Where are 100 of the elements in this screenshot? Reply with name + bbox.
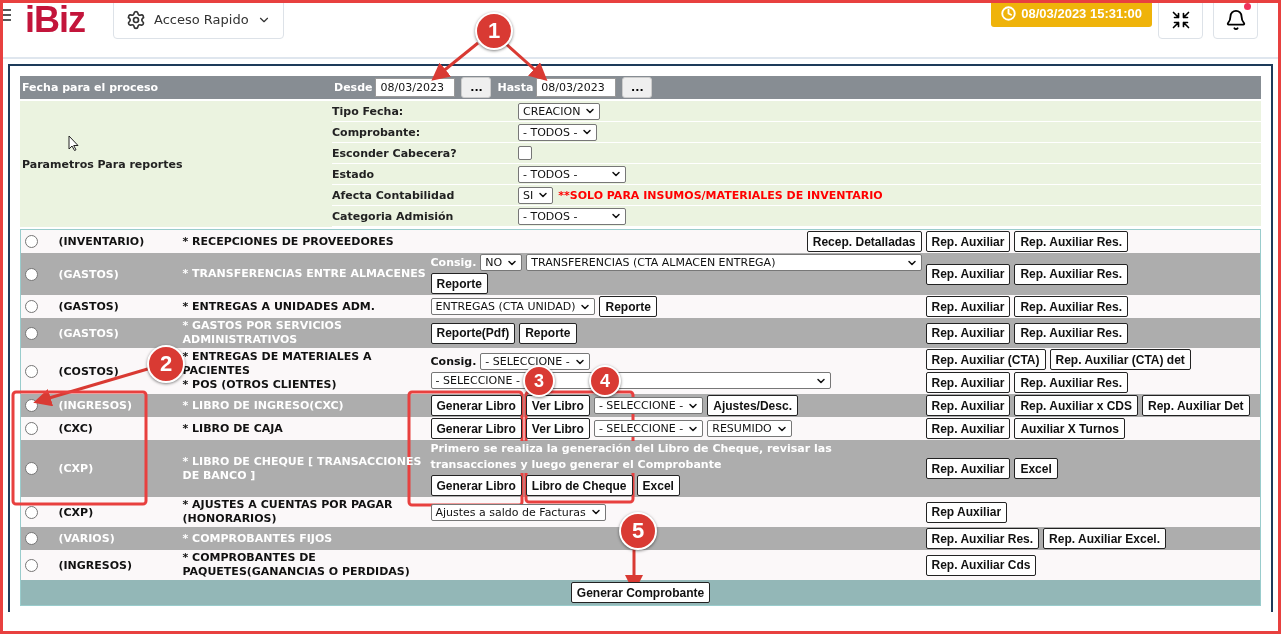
radio-button[interactable] [25,326,38,340]
report-button[interactable]: Rep. Auxiliar Res. [1014,263,1128,285]
report-button[interactable]: Rep. Auxiliar [925,322,1011,344]
report-button[interactable]: Reporte [599,296,657,317]
report-category: (CXP) [58,505,94,519]
select-field[interactable]: - TODOS - [518,165,626,183]
generate-button[interactable]: Generar Comprobante [570,582,711,603]
select-field[interactable]: TRANSFERENCIAS (CTA ALMACEN ENTREGA) [526,254,922,271]
select-field[interactable]: CREACION [518,102,601,120]
select-field[interactable]: - TODOS - [518,123,598,141]
annotation-arrow [431,41,479,81]
report-button[interactable]: Rep. Auxiliar [925,296,1011,317]
field-label: Consig. [430,355,477,368]
report-category: (INGRESOS) [58,558,133,572]
report-button[interactable]: Auxiliar X Turnos [1014,418,1125,439]
select-field[interactable]: - SELECCIONE - [593,420,704,437]
report-category: (GASTOS) [58,300,119,313]
step-marker: 1 [475,12,513,50]
report-button[interactable]: Reporte(Pdf) [430,322,516,344]
report-name: * POS (OTROS CLIENTES) [182,378,338,392]
report-button[interactable]: Rep. Auxiliar (CTA) det [1049,349,1191,370]
select-field[interactable]: NO [480,254,523,271]
radio-button[interactable] [25,300,38,314]
report-button[interactable]: Rep. Auxiliar [925,263,1011,285]
report-button[interactable]: Rep Auxiliar [925,501,1008,523]
field-label: Esconder Cabecera? [332,146,458,160]
report-button[interactable]: Ajustes/Desc. [707,395,798,416]
date-field[interactable]: 08/03/2023 [375,78,456,97]
report-name: * COMPROBANTES FIJOS [182,531,334,546]
radio-button[interactable] [25,364,38,378]
report-button[interactable]: Generar Libro [430,418,522,439]
cursor-icon [68,135,79,151]
select-field[interactable]: RESUMIDO [707,420,792,437]
compress-button[interactable] [1158,3,1203,39]
section-title: Fecha para el proceso [21,81,160,94]
report-category: (CXP) [58,462,94,475]
select-field[interactable]: - SELECCIONE - [593,397,704,414]
report-category: (INGRESOS) [58,399,133,412]
clock-badge: 08/03/2023 15:31:00 [991,3,1152,27]
report-category: (GASTOS) [58,326,119,340]
report-button[interactable]: Ver Libro [525,395,590,416]
menu-icon[interactable] [3,9,11,21]
report-name: * ENTREGAS DE MATERIALES A PACIENTES [182,350,373,378]
report-button[interactable]: Rep. Auxiliar [925,458,1011,479]
app-logo[interactable]: iBiz [25,3,85,40]
radio-button[interactable] [25,422,38,436]
report-button[interactable]: Rep. Auxiliar (CTA) [925,349,1046,370]
report-button[interactable]: Recep. Detalladas [806,231,922,252]
radio-button[interactable] [25,462,38,476]
report-category: (COSTOS) [58,364,119,378]
report-button[interactable]: Generar Libro [430,395,522,416]
report-category: (INVENTARIO) [58,235,145,248]
field-label: Categoria Admisión [332,209,455,223]
notification-button[interactable] [1213,3,1258,39]
report-button[interactable]: Rep. Auxiliar Res. [1014,322,1128,344]
warning-note: **SOLO PARA INSUMOS/MATERIALES DE INVENTARIO [558,188,883,202]
report-button[interactable]: Rep. Auxiliar [925,418,1011,439]
select-field[interactable]: ENTREGAS (CTA UNIDAD) [430,298,596,315]
date-field[interactable]: 08/03/2023 [536,78,617,97]
report-button[interactable]: Rep. Auxiliar Res. [1014,231,1128,252]
date-picker-button[interactable]: ... [622,77,653,98]
report-button[interactable]: Rep. Auxiliar Res. [1014,372,1128,393]
report-button[interactable]: Rep. Auxiliar Excel. [1043,528,1167,549]
report-button[interactable]: Rep. Auxiliar [925,372,1011,393]
radio-button[interactable] [25,267,38,281]
report-button[interactable]: Rep. Auxiliar x CDS [1014,395,1138,416]
select-field[interactable]: Ajustes a saldo de Facturas [430,503,606,521]
select-field[interactable]: - SELECCIONE - [480,353,590,370]
report-name: * ENTREGAS A UNIDADES ADM. [182,299,376,314]
report-button[interactable]: Rep. Auxiliar Cds [925,554,1037,576]
quick-access-button[interactable]: Acceso Rapido [113,3,284,39]
report-button[interactable]: Rep. Auxiliar [925,231,1011,252]
report-button[interactable]: Rep. Auxiliar Res. [1014,296,1128,317]
report-button[interactable]: Generar Libro [430,475,522,496]
select-field[interactable]: SI [518,186,554,204]
radio-button[interactable] [25,558,38,572]
compress-icon [1170,9,1191,30]
report-button[interactable]: Excel [1014,458,1058,479]
report-category: (CXC) [58,422,93,435]
report-button[interactable]: Rep. Auxiliar Det [1142,395,1250,416]
report-button[interactable]: Libro de Cheque [525,475,633,496]
report-category: (GASTOS) [58,267,119,281]
report-button[interactable]: Excel [636,475,680,496]
report-button[interactable]: Reporte [430,273,488,294]
radio-button[interactable] [25,399,38,413]
report-button[interactable]: Rep. Auxiliar [925,395,1011,416]
radio-button[interactable] [25,235,38,249]
date-picker-button[interactable]: ... [461,77,492,98]
report-button[interactable]: Ver Libro [525,418,590,439]
report-name: * GASTOS POR SERVICIOS ADMINISTRATIVOS [182,319,343,347]
report-name: * TRANSFERENCIAS ENTRE ALMACENES [182,267,427,281]
select-field[interactable]: - TODOS - [518,207,626,225]
report-button[interactable]: Reporte [519,322,577,344]
report-name: * RECEPCIONES DE PROVEEDORES [182,234,395,249]
radio-button[interactable] [25,532,38,546]
checkbox[interactable] [518,146,532,160]
report-button[interactable]: Rep. Auxiliar Res. [925,528,1040,549]
field-label: Estado [332,167,376,181]
field-label: Hasta [497,81,534,94]
settings-icon [126,9,146,30]
